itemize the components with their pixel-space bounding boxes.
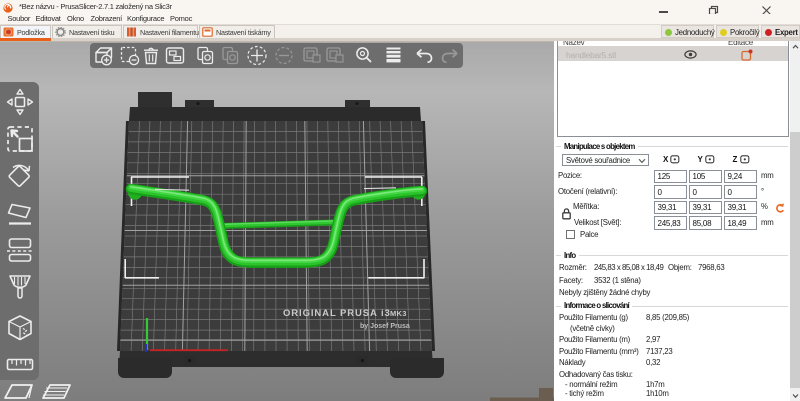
svg-text:ORIGINAL PRUSA i3: ORIGINAL PRUSA i3: [283, 308, 391, 319]
svg-text:MK3: MK3: [390, 309, 407, 318]
svg-text:by Josef Prusa: by Josef Prusa: [360, 323, 410, 330]
